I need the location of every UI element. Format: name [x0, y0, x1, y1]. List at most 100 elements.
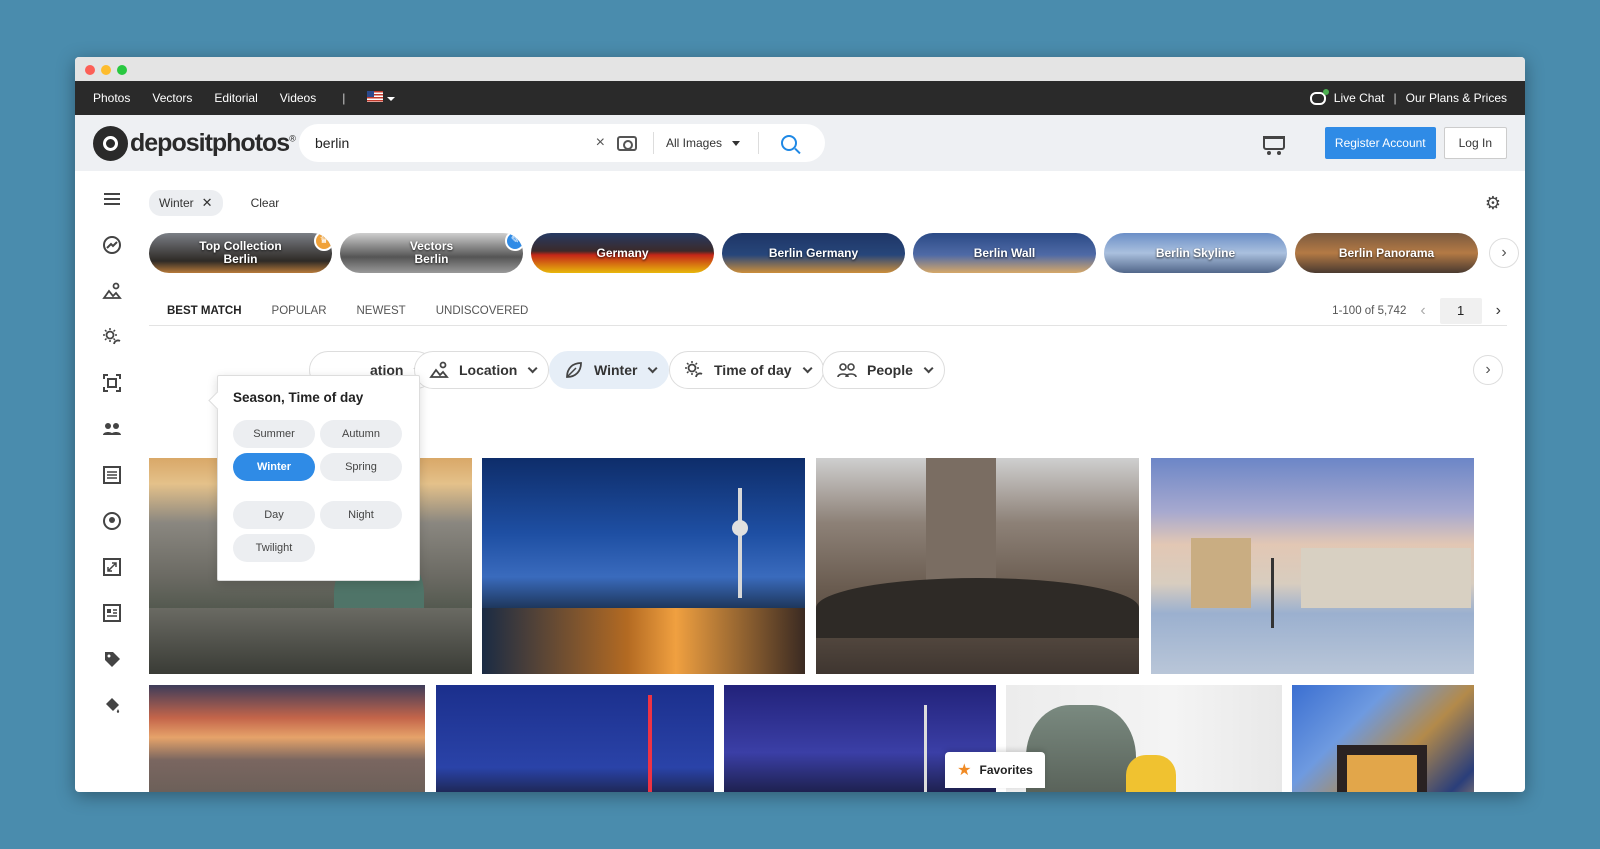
popover-title: Season, Time of day — [233, 390, 364, 405]
chevron-down-icon — [802, 362, 813, 373]
carousel-next-icon[interactable]: › — [1489, 238, 1519, 268]
tab-newest[interactable]: NEWEST — [357, 305, 406, 317]
us-flag-icon — [367, 91, 384, 102]
season-icon[interactable] — [102, 327, 122, 347]
menu-icon[interactable] — [102, 189, 122, 209]
people-icon[interactable] — [102, 419, 122, 439]
facets-next-icon[interactable]: › — [1473, 355, 1503, 385]
chevron-down-icon — [528, 362, 538, 373]
chat-icon — [1309, 88, 1329, 105]
star-icon: ★ — [957, 762, 972, 779]
search-bar: × All Images — [299, 124, 825, 162]
maximize-window-button[interactable] — [117, 65, 127, 75]
season-time-popover: Season, Time of day Summer Autumn Winter… — [217, 375, 420, 581]
collection-germany[interactable]: Germany — [531, 233, 714, 273]
focus-frame-icon[interactable] — [102, 373, 122, 393]
location-icon — [429, 361, 449, 378]
photo-berlin-collage[interactable] — [1292, 685, 1474, 792]
collections-carousel: Top Collection Berlin ♛ Vectors Berlin ✎ G… — [149, 233, 1519, 273]
nav-videos[interactable]: Videos — [280, 91, 316, 105]
chevron-down-icon — [648, 362, 659, 373]
favorites-label: Favorites — [979, 763, 1033, 777]
sort-bar: BEST MATCH POPULAR NEWEST UNDISCOVERED 1… — [149, 296, 1507, 326]
collection-berlin-panorama[interactable]: Berlin Panorama — [1295, 233, 1478, 273]
site-header: depositphotos® × All Images Register Acc… — [75, 115, 1525, 171]
minimize-window-button[interactable] — [101, 65, 111, 75]
option-spring[interactable]: Spring — [320, 453, 402, 481]
tag-icon[interactable] — [102, 649, 122, 669]
resize-icon[interactable] — [102, 557, 122, 577]
photo-gendarmenmarkt[interactable] — [1151, 458, 1474, 674]
user-circle-icon[interactable] — [102, 511, 122, 531]
chevron-down-icon — [732, 140, 740, 146]
leaf-icon — [566, 362, 582, 378]
logo-text: depositphotos® — [130, 128, 296, 157]
tab-popular[interactable]: POPULAR — [272, 305, 327, 317]
option-winter[interactable]: Winter — [233, 453, 315, 481]
pagination: 1-100 of 5,742 ‹ 1 › — [1332, 297, 1507, 324]
option-twilight[interactable]: Twilight — [233, 534, 315, 562]
title-bar — [75, 57, 1525, 81]
option-night[interactable]: Night — [320, 501, 402, 529]
article-icon[interactable] — [102, 603, 122, 623]
facet-people[interactable]: People — [822, 351, 945, 389]
register-button[interactable]: Register Account — [1324, 127, 1436, 159]
collection-top-berlin[interactable]: Top Collection Berlin ♛ — [149, 233, 332, 273]
option-autumn[interactable]: Autumn — [320, 420, 402, 448]
collection-vectors-berlin[interactable]: Vectors Berlin ✎ — [340, 233, 523, 273]
next-page-icon[interactable]: › — [1496, 302, 1501, 320]
logo[interactable]: depositphotos® — [93, 125, 299, 161]
clear-filters-link[interactable]: Clear — [251, 196, 280, 210]
option-day[interactable]: Day — [233, 501, 315, 529]
search-icon[interactable] — [781, 135, 797, 151]
collection-berlin-germany[interactable]: Berlin Germany — [722, 233, 905, 273]
cart-icon[interactable] — [1262, 136, 1285, 155]
trending-icon[interactable] — [102, 235, 122, 255]
chevron-down-icon — [923, 362, 934, 373]
facet-winter[interactable]: Winter — [549, 351, 670, 389]
nav-editorial[interactable]: Editorial — [214, 91, 257, 105]
divider — [652, 132, 654, 154]
nav-photos[interactable]: Photos — [93, 91, 130, 105]
tab-best-match[interactable]: BEST MATCH — [167, 305, 242, 317]
pen-icon: ✎ — [505, 233, 523, 251]
image-type-select[interactable]: All Images — [666, 136, 740, 150]
prev-page-icon[interactable]: ‹ — [1420, 302, 1425, 320]
nav-pipe: | — [1393, 91, 1397, 105]
tab-undiscovered[interactable]: UNDISCOVERED — [436, 305, 529, 317]
live-chat-link[interactable]: Live Chat — [1334, 91, 1385, 105]
winter-filter-chip[interactable]: Winter ✕ — [149, 190, 223, 216]
camera-search-icon[interactable] — [616, 135, 637, 151]
facet-location[interactable]: Location — [414, 351, 550, 389]
clear-search-button[interactable]: × — [596, 134, 605, 152]
search-input[interactable] — [315, 135, 596, 151]
page-number-input[interactable]: 1 — [1439, 297, 1482, 324]
gear-icon[interactable]: ⚙ — [1485, 193, 1501, 214]
photo-dresden-bridge[interactable] — [816, 458, 1139, 674]
option-summer[interactable]: Summer — [233, 420, 315, 448]
results-count: 1-100 of 5,742 — [1332, 304, 1407, 317]
facet-time-of-day[interactable]: Time of day — [669, 351, 824, 389]
photo-berlin-sunset-city[interactable] — [149, 685, 425, 792]
language-selector[interactable] — [367, 91, 396, 105]
photo-tv-tower-night[interactable] — [482, 458, 805, 674]
nav-vectors[interactable]: Vectors — [152, 91, 192, 105]
crown-icon: ♛ — [314, 233, 332, 251]
remove-filter-icon[interactable]: ✕ — [202, 195, 213, 211]
divider — [758, 132, 759, 154]
photo-woman-fountain[interactable] — [1006, 685, 1282, 792]
people-icon — [837, 363, 857, 378]
collection-berlin-skyline[interactable]: Berlin Skyline — [1104, 233, 1287, 273]
login-button[interactable]: Log In — [1443, 127, 1507, 159]
collection-berlin-wall[interactable]: Berlin Wall — [913, 233, 1096, 273]
plans-link[interactable]: Our Plans & Prices — [1406, 91, 1507, 105]
photo-oberbaum-bridge[interactable] — [436, 685, 714, 792]
close-window-button[interactable] — [85, 65, 95, 75]
camera-logo-icon — [93, 125, 128, 161]
paint-bucket-icon[interactable] — [102, 695, 122, 715]
location-icon[interactable] — [102, 281, 122, 301]
time-of-day-icon — [685, 361, 703, 378]
chevron-down-icon — [387, 96, 396, 101]
favorites-tab[interactable]: ★ Favorites — [945, 752, 1045, 788]
list-icon[interactable] — [102, 465, 122, 485]
